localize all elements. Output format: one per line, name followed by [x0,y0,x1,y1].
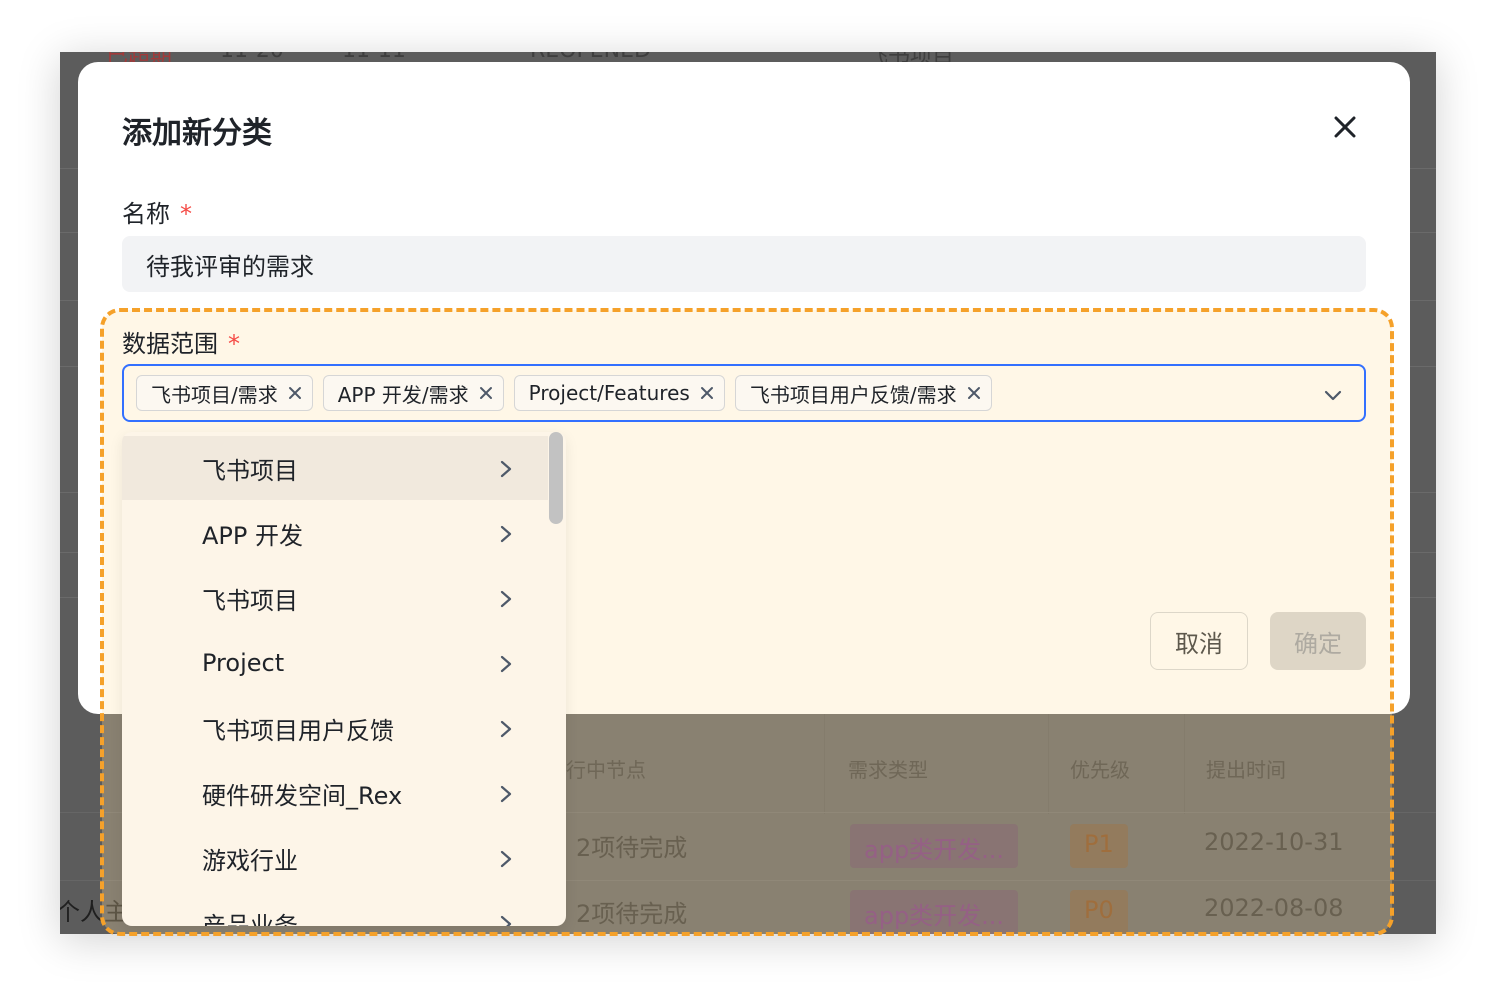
bg-column-header: 提出时间 [1206,758,1286,782]
chevron-right-icon [500,850,512,868]
cascader-option[interactable]: 游戏行业 [122,826,548,890]
close-icon [1334,116,1356,138]
chevron-right-icon [500,525,512,543]
confirm-button[interactable]: 确定 [1270,612,1366,670]
bg-column-header: 需求类型 [848,758,928,782]
remove-tag-icon[interactable] [286,384,304,402]
selected-tag: APP 开发/需求 [322,375,504,411]
chevron-right-icon [500,915,512,926]
cancel-button[interactable]: 取消 [1150,612,1248,670]
bg-table-cell: 2022-08-08 [1204,894,1344,922]
cascader-option[interactable]: 飞书项目 [122,566,548,630]
name-input[interactable]: 待我评审的需求 [122,236,1366,292]
bg-column-header: 行中节点 [566,758,646,782]
selected-tag: Project/Features [513,375,725,411]
remove-tag-icon[interactable] [698,384,716,402]
bg-type-tag: app类开发... [850,824,1019,868]
cascader-option[interactable]: Project [122,631,548,695]
chevron-right-icon [500,460,512,478]
selected-tag: 飞书项目用户反馈/需求 [734,375,992,411]
cascader-option[interactable]: APP 开发 [122,501,548,565]
chevron-right-icon [500,655,512,673]
remove-tag-icon[interactable] [477,384,495,402]
cascader-option[interactable]: 产品业务 [122,891,548,926]
data-scope-select[interactable]: 飞书项目/需求 APP 开发/需求 Project/Features 飞书项目用… [122,364,1366,422]
bg-left-text: 个人主 [60,898,128,926]
name-field-label: 名称 * [122,200,192,228]
required-mark: * [180,200,192,228]
bg-priority-tag: P0 [1070,890,1128,934]
chevron-right-icon [500,590,512,608]
close-button[interactable] [1330,112,1360,142]
scope-field-label: 数据范围 * [122,330,240,358]
bg-table-cell: 2022-10-31 [1204,828,1344,856]
chevron-down-icon[interactable] [1322,384,1344,406]
cascader-option[interactable]: 硬件研发空间_Rex [122,761,548,825]
bg-column-header: 优先级 [1070,758,1130,782]
chevron-right-icon [500,785,512,803]
name-input-value: 待我评审的需求 [146,252,314,281]
bg-priority-tag: P1 [1070,824,1128,868]
bg-table-cell: 2项待完成 [576,834,688,862]
bg-table-cell: 2项待完成 [576,900,688,928]
remove-tag-icon[interactable] [965,384,983,402]
cascader-option[interactable]: 飞书项目用户反馈 [122,696,548,760]
cascader-option[interactable]: 飞书项目 [122,436,548,500]
required-mark: * [228,330,240,358]
scope-cascader-menu: 飞书项目 APP 开发 飞书项目 Project 飞书项目用户反馈 硬件研发空间… [122,432,566,926]
chevron-right-icon [500,720,512,738]
dropdown-scrollbar[interactable] [549,432,563,524]
selected-tag: 飞书项目/需求 [136,375,313,411]
dialog-title: 添加新分类 [122,116,272,151]
bg-type-tag: app类开发... [850,890,1019,934]
